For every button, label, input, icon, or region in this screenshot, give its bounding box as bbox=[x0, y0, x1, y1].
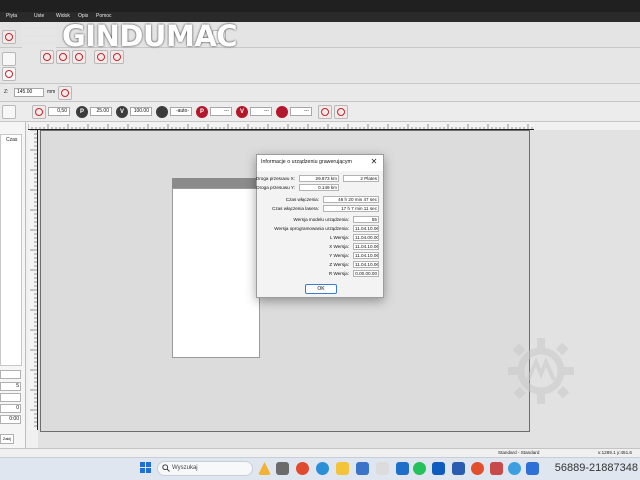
statusbar bbox=[0, 448, 640, 457]
left-field-2[interactable]: 5 bbox=[0, 382, 21, 391]
v-icon: V bbox=[116, 106, 128, 118]
job-list[interactable] bbox=[0, 134, 22, 366]
app-icon-12[interactable] bbox=[490, 462, 503, 475]
tool-button-a[interactable] bbox=[2, 52, 16, 66]
toolbar-z bbox=[0, 84, 640, 102]
czas-wlaczenia-value: 46 h 20 min 47 sec bbox=[323, 196, 379, 203]
p2-input[interactable]: --- bbox=[210, 107, 232, 116]
x-wersja-value: 11.04.10.06 bbox=[353, 243, 379, 250]
outlook-icon[interactable] bbox=[432, 462, 445, 475]
file-explorer-icon[interactable] bbox=[336, 462, 349, 475]
droga-x-plates: 2 Plates bbox=[343, 175, 379, 182]
status-mode: Standard - Standard bbox=[498, 450, 540, 455]
plate-header[interactable] bbox=[172, 178, 260, 188]
watermark-logo: GINDUMAC bbox=[18, 16, 238, 56]
frequency-icon bbox=[156, 106, 168, 118]
wersja-modelu-value: 55 bbox=[353, 216, 379, 223]
r-wersja-value: 0.00.00.00 bbox=[353, 270, 379, 277]
x-wersja-label: X Wersja: bbox=[329, 244, 349, 249]
v-input[interactable]: 100.00 bbox=[130, 107, 152, 116]
listing-id-label: 56889-21887348 bbox=[554, 462, 638, 474]
czas-lasera-value: 17 h 7 min 11 sec bbox=[323, 205, 379, 212]
r-wersja-label: R Wersja: bbox=[328, 271, 349, 276]
delete-icon bbox=[337, 108, 345, 116]
edge-icon[interactable] bbox=[316, 462, 329, 475]
v2-icon: V bbox=[236, 106, 248, 118]
close-icon[interactable]: ✕ bbox=[369, 157, 379, 167]
czas-column-header: Czas bbox=[6, 137, 18, 143]
ruler-vertical bbox=[28, 130, 38, 430]
p2-icon: P bbox=[196, 106, 208, 118]
word-icon[interactable] bbox=[452, 462, 465, 475]
param-button-1[interactable] bbox=[2, 105, 16, 119]
z-unit: mm bbox=[47, 89, 56, 95]
l-wersja-label: L Wersja: bbox=[329, 235, 349, 240]
droga-y-label: Droga przesuwu Y: bbox=[256, 185, 295, 190]
app-icon-14[interactable] bbox=[526, 462, 539, 475]
app-icon-13[interactable] bbox=[508, 462, 521, 475]
app-icon-7[interactable] bbox=[396, 462, 409, 475]
p-input[interactable]: 25.00 bbox=[90, 107, 112, 116]
chrome-icon[interactable] bbox=[296, 462, 309, 475]
ruler-horizontal bbox=[28, 122, 534, 130]
frequency-select[interactable]: -auto- bbox=[170, 107, 192, 116]
droga-x-value: 29.873 km bbox=[299, 175, 339, 182]
v2-input[interactable]: --- bbox=[250, 107, 272, 116]
reset-icon bbox=[321, 108, 329, 116]
depth-icon bbox=[35, 108, 43, 116]
status-coords: x:1289.1 y:451.6 bbox=[598, 450, 632, 455]
search-icon bbox=[162, 464, 170, 472]
ruler-vertical-ticks bbox=[30, 130, 37, 427]
z-label: Z: bbox=[4, 89, 9, 95]
ok-button[interactable]: OK bbox=[305, 284, 337, 294]
plate[interactable] bbox=[172, 188, 260, 358]
whatsapp-icon[interactable] bbox=[413, 462, 426, 475]
y-wersja-value: 11.04.10.06 bbox=[353, 252, 379, 259]
droga-x-label: Droga przesuwu X: bbox=[255, 176, 295, 181]
task-view-icon[interactable] bbox=[276, 462, 289, 475]
ruler-horizontal-ticks bbox=[28, 124, 533, 129]
depth-input[interactable]: 0,50 bbox=[48, 107, 70, 116]
logo-text: GINDUMAC bbox=[62, 19, 238, 53]
droga-y-value: 0.149 km bbox=[299, 184, 339, 191]
gear-watermark-icon bbox=[508, 338, 574, 404]
wersja-oprogramowania-label: Wersja oprogramowania urządzenia: bbox=[274, 226, 349, 231]
move-icon bbox=[61, 89, 69, 97]
delete-params-button[interactable] bbox=[334, 105, 348, 119]
logo-mark-icon bbox=[22, 22, 56, 50]
app-icon-11[interactable] bbox=[471, 462, 484, 475]
wersja-modelu-label: Wersja modelu urządzenia: bbox=[293, 217, 349, 222]
czas-wlaczenia-label: Czas włączenia: bbox=[285, 197, 319, 202]
left-field-3[interactable] bbox=[0, 393, 21, 402]
target-icon bbox=[5, 70, 13, 78]
z-wersja-label: Z Wersja: bbox=[329, 262, 349, 267]
window-titlebar bbox=[0, 0, 640, 12]
move-button[interactable] bbox=[58, 86, 72, 100]
l-wersja-value: 11.04.00.00 bbox=[353, 234, 379, 241]
czas-lasera-label: Czas włączenia lasera: bbox=[272, 206, 319, 211]
app-icon-6[interactable] bbox=[376, 462, 389, 475]
p-icon: P bbox=[76, 106, 88, 118]
depth-icon-button[interactable] bbox=[32, 105, 46, 119]
y-wersja-label: Y Wersja: bbox=[329, 253, 349, 258]
refresh-button[interactable] bbox=[2, 30, 16, 44]
windows-start-icon[interactable] bbox=[140, 462, 152, 474]
z-input[interactable]: 145.00 bbox=[14, 88, 44, 97]
store-icon[interactable] bbox=[356, 462, 369, 475]
frequency2-input[interactable]: --- bbox=[290, 107, 312, 116]
left-field-1[interactable] bbox=[0, 370, 21, 379]
device-info-dialog: Informacje o urządzeniu grawerującym ✕ D… bbox=[256, 154, 384, 298]
tool-button-b[interactable] bbox=[2, 67, 16, 81]
wersja-oprogramowania-value: 11.04.10.06 bbox=[353, 225, 379, 232]
reset-params-button[interactable] bbox=[318, 105, 332, 119]
dialog-title: Informacje o urządzeniu grawerującym bbox=[261, 159, 352, 165]
left-bottom-button[interactable]: Zakij bbox=[0, 434, 14, 444]
left-field-5[interactable]: 0:00 bbox=[0, 415, 21, 424]
z-wersja-value: 11.04.10.06 bbox=[353, 261, 379, 268]
frequency2-icon bbox=[276, 106, 288, 118]
menu-plyta[interactable]: Plyta bbox=[6, 13, 17, 19]
taskbar-search-placeholder: Wyszukaj bbox=[172, 465, 198, 471]
refresh-icon bbox=[5, 33, 13, 41]
left-field-4[interactable]: 0 bbox=[0, 404, 21, 413]
